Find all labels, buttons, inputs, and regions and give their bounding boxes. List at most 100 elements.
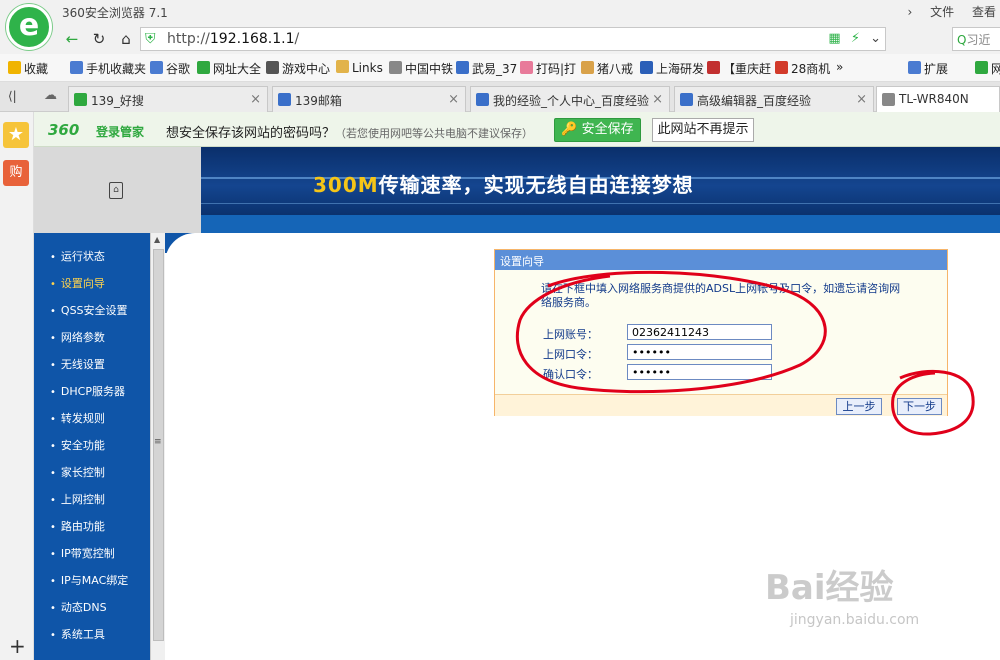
- bookmark-1[interactable]: 收藏: [8, 60, 48, 77]
- close-tab-icon[interactable]: ×: [652, 92, 663, 107]
- menu-item-9[interactable]: 家长控制: [50, 464, 105, 480]
- menu-item-14[interactable]: 动态DNS: [50, 599, 107, 615]
- grid-icon: [707, 61, 720, 74]
- menu-file[interactable]: 文件: [930, 5, 954, 19]
- bookmark-7[interactable]: 中国中铁: [389, 60, 453, 77]
- bookmark-2[interactable]: 手机收藏夹: [70, 60, 146, 77]
- bookmark-5[interactable]: 游戏中心: [266, 60, 330, 77]
- setup-wizard-panel: 设置向导 请在下框中填入网络服务商提供的ADSL上网帐号及口令，如遗忘请咨询网络…: [494, 249, 948, 416]
- close-tab-icon[interactable]: ×: [250, 92, 261, 107]
- menu-view[interactable]: 查看: [972, 5, 996, 19]
- scroll-up-icon[interactable]: ▲: [154, 235, 160, 244]
- tab-list-icon[interactable]: ⟨|: [8, 89, 17, 103]
- bookmark-10[interactable]: 猪八戒: [581, 60, 633, 77]
- bookmark-4[interactable]: 网址大全: [197, 60, 261, 77]
- tab-label: 我的经验_个人中心_百度经验: [493, 94, 650, 108]
- bookmark-12[interactable]: 【重庆赶: [707, 60, 771, 77]
- menu-item-1[interactable]: 运行状态: [50, 248, 105, 264]
- bookmark-label: 手机收藏夹: [86, 62, 147, 76]
- wizard-description: 请在下框中填入网络服务商提供的ADSL上网帐号及口令，如遗忘请咨询网络服务商。: [541, 282, 901, 309]
- menu-item-11[interactable]: 路由功能: [50, 518, 105, 534]
- router-side-menu: 运行状态设置向导 QSS安全设置网络参数无线设置 DHCP服务器转发规则安全功能家长…: [34, 233, 150, 660]
- next-step-button[interactable]: 下一步: [897, 398, 942, 415]
- menu-item-8[interactable]: 安全功能: [50, 437, 105, 453]
- password-input[interactable]: [627, 344, 772, 360]
- home-icon[interactable]: ⌂: [116, 29, 136, 49]
- qr-code-icon[interactable]: ▦: [828, 31, 840, 46]
- bookmark-9[interactable]: 打码|打: [520, 60, 576, 77]
- search-icon: [74, 93, 87, 106]
- bookmark-6[interactable]: Links: [336, 60, 383, 75]
- folder-icon: [336, 60, 349, 73]
- mail-icon: [278, 93, 291, 106]
- bookmark-label: 28商机: [791, 62, 831, 76]
- broken-image-icon: ⌂: [109, 182, 123, 199]
- extension-icon: [908, 61, 921, 74]
- confirm-password-input[interactable]: [627, 364, 772, 380]
- menu-item-10[interactable]: 上网控制: [50, 491, 105, 507]
- bookmark-15[interactable]: 网: [975, 60, 1000, 77]
- banner-slogan: 300M传输速率，实现无线自由连接梦想: [313, 173, 694, 197]
- tab-label: 139邮箱: [295, 94, 342, 108]
- safe-save-button[interactable]: 🔑 安全保存: [554, 118, 641, 142]
- chevron-down-icon[interactable]: ⌄: [870, 31, 881, 46]
- compass-icon: [197, 61, 210, 74]
- bookmark-14[interactable]: 扩展: [908, 60, 948, 77]
- bookmark-label: 网址大全: [213, 62, 262, 76]
- menu-item-6[interactable]: DHCP服务器: [50, 383, 125, 399]
- cloud-icon[interactable]: ☁: [44, 88, 57, 103]
- more-bookmarks-icon[interactable]: »: [836, 60, 843, 74]
- menu-scrollbar[interactable]: ▲ ≡: [150, 233, 165, 660]
- shopping-bag-icon[interactable]: 购: [3, 160, 29, 186]
- app-title: 360安全浏览器 7.1: [62, 6, 168, 20]
- paw-icon: [680, 93, 693, 106]
- tab-2[interactable]: 139邮箱 ×: [272, 86, 466, 112]
- bookmark-13[interactable]: 28商机: [775, 60, 830, 77]
- save-password-hint: （若您使用网吧等公共电脑不建议保存）: [335, 127, 534, 140]
- tab-label: 139_好搜: [91, 94, 144, 108]
- bookmark-3[interactable]: 谷歌: [150, 60, 190, 77]
- back-arrow-icon[interactable]: ←: [62, 29, 82, 49]
- gamepad-icon: [266, 61, 279, 74]
- pig-icon: [520, 61, 533, 74]
- scroll-grip-icon: ≡: [154, 437, 162, 447]
- logo-e-icon: e: [18, 8, 40, 43]
- tab-5[interactable]: TL-WR840N: [876, 86, 1000, 113]
- never-remind-button[interactable]: 此网站不再提示: [652, 118, 754, 142]
- menu-item-2[interactable]: 设置向导: [50, 275, 105, 291]
- menu-item-7[interactable]: 转发规则: [50, 410, 105, 426]
- tab-1[interactable]: 139_好搜 ×: [68, 86, 268, 112]
- tab-4[interactable]: 高级编辑器_百度经验 ×: [674, 86, 874, 112]
- lightning-icon[interactable]: ⚡: [851, 31, 860, 46]
- address-actions: ▦ ⚡ ⌄: [828, 31, 881, 46]
- menu-item-3[interactable]: QSS安全设置: [50, 302, 128, 318]
- url-text[interactable]: http://192.168.1.1/: [167, 31, 299, 47]
- shop-icon: [775, 61, 788, 74]
- bookmark-11[interactable]: 上海研发: [640, 60, 704, 77]
- tab-3[interactable]: 我的经验_个人中心_百度经验 ×: [470, 86, 670, 112]
- bookmark-label: 武易_37: [472, 62, 518, 76]
- close-tab-icon[interactable]: ×: [448, 92, 459, 107]
- tab-label: 高级编辑器_百度经验: [697, 94, 812, 108]
- bookmark-label: 【重庆赶: [723, 62, 772, 76]
- left-sidebar: ★ 购 +: [0, 112, 34, 660]
- menu-item-12[interactable]: IP带宽控制: [50, 545, 115, 561]
- close-tab-icon[interactable]: ×: [856, 92, 867, 107]
- brand-login-manager: 登录管家: [96, 125, 145, 139]
- refresh-icon[interactable]: ↻: [89, 29, 109, 49]
- account-input[interactable]: [627, 324, 772, 340]
- previous-step-button[interactable]: 上一步: [836, 398, 882, 415]
- search-box[interactable]: Q习近: [952, 27, 1000, 51]
- address-bar[interactable]: ⛨ http://192.168.1.1/ ▦ ⚡ ⌄: [140, 27, 886, 51]
- menu-item-5[interactable]: 无线设置: [50, 356, 105, 372]
- save-password-question: 想安全保存该网站的密码吗？（若您使用网吧等公共电脑不建议保存）: [166, 126, 534, 141]
- menu-item-4[interactable]: 网络参数: [50, 329, 105, 345]
- add-icon[interactable]: +: [9, 634, 26, 658]
- chevron-right-icon[interactable]: ›: [908, 5, 913, 19]
- bookmark-8[interactable]: 武易_37: [456, 60, 517, 77]
- menu-item-13[interactable]: IP与MAC绑定: [50, 572, 128, 588]
- favorites-star-icon[interactable]: ★: [3, 122, 29, 148]
- router-banner: 300M传输速率，实现无线自由连接梦想: [201, 147, 1000, 233]
- menu-item-15[interactable]: 系统工具: [50, 626, 105, 642]
- confirm-password-label: 确认口令：: [543, 368, 598, 381]
